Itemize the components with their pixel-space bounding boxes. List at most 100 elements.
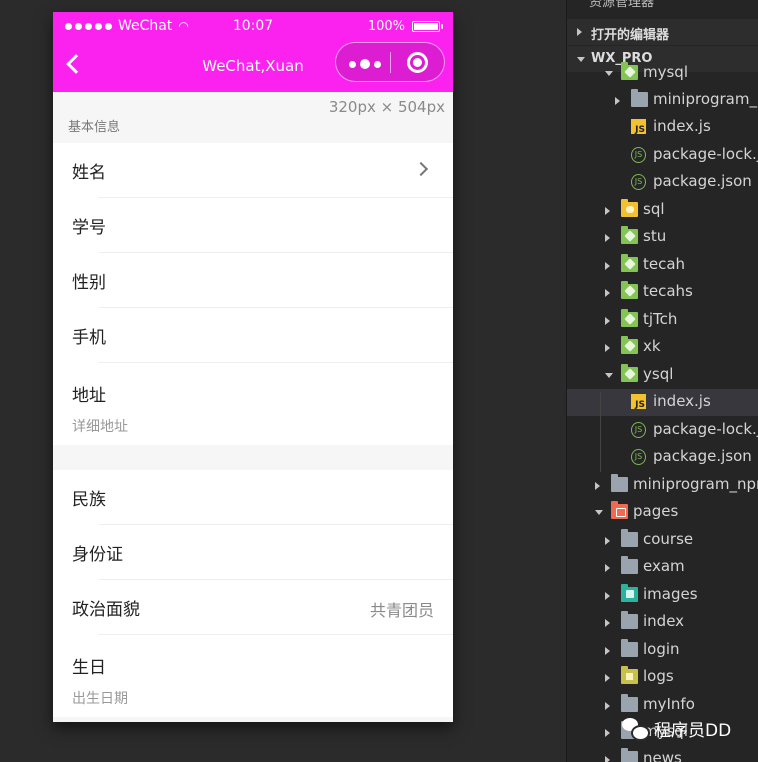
chevron-right-icon[interactable] bbox=[605, 674, 610, 682]
gender-cell[interactable]: 性别 bbox=[53, 253, 453, 308]
folder-icon bbox=[621, 748, 638, 762]
tree-item-label: miniprogram_npm bbox=[653, 90, 758, 108]
tree-item[interactable]: miniprogram_npm bbox=[567, 87, 758, 114]
chevron-right-icon[interactable] bbox=[605, 592, 610, 600]
chevron-right-icon[interactable] bbox=[605, 289, 610, 297]
chevron-right-icon[interactable] bbox=[605, 647, 610, 655]
tree-item[interactable]: JS index.js bbox=[567, 389, 758, 416]
folder-icon bbox=[621, 199, 638, 217]
political-status-value[interactable]: 共青团员 bbox=[370, 597, 434, 621]
folder-icon bbox=[621, 666, 638, 684]
navigation-bar: WeChat,Xuan bbox=[53, 40, 453, 92]
chevron-right-icon[interactable] bbox=[605, 702, 610, 710]
cell-label: 身份证 bbox=[72, 545, 123, 565]
tree-item[interactable]: xk bbox=[567, 334, 758, 361]
folder-icon bbox=[621, 254, 638, 272]
open-editors-header[interactable]: 打开的编辑器 bbox=[567, 19, 758, 45]
tree-item-label: index.js bbox=[653, 392, 711, 410]
birthday-cell[interactable]: 生日 出生日期 bbox=[53, 635, 453, 717]
chevron-right-icon[interactable] bbox=[605, 207, 610, 215]
chevron-down-icon[interactable] bbox=[605, 71, 613, 76]
folder-icon bbox=[621, 529, 638, 547]
tree-item[interactable]: stu bbox=[567, 224, 758, 251]
phone-cell[interactable]: 手机 bbox=[53, 308, 453, 363]
file-explorer: 资源管理器 打开的编辑器 WX_PRO mysqlminiprogram_npm… bbox=[566, 0, 758, 762]
tree-item-label: package.json bbox=[653, 172, 752, 190]
address-input[interactable]: 详细地址 bbox=[72, 416, 453, 436]
more-icon[interactable] bbox=[349, 59, 381, 69]
tree-item[interactable]: JS package-lock.json bbox=[567, 142, 758, 169]
tree-item-label: index bbox=[643, 612, 685, 630]
tree-item[interactable]: mysql bbox=[567, 60, 758, 87]
folder-icon bbox=[621, 226, 638, 244]
chevron-right-icon[interactable] bbox=[605, 317, 610, 325]
tree-item[interactable]: course bbox=[567, 527, 758, 554]
cell-label: 地址 bbox=[72, 386, 106, 406]
tree-item[interactable]: images bbox=[567, 582, 758, 609]
tree-item[interactable]: sql bbox=[567, 197, 758, 224]
tree-item[interactable]: ysql bbox=[567, 362, 758, 389]
id-card-cell[interactable]: 身份证 bbox=[53, 525, 453, 580]
close-miniprogram-icon[interactable] bbox=[407, 52, 428, 73]
tree-item-label: stu bbox=[643, 227, 667, 245]
json-file-icon: JS bbox=[631, 147, 646, 163]
watermark: 程序员DD bbox=[622, 716, 731, 741]
tree-item[interactable]: JS package.json bbox=[567, 444, 758, 471]
address-cell[interactable]: 地址 详细地址 bbox=[53, 363, 453, 445]
js-file-icon: JS bbox=[631, 119, 646, 135]
political-status-cell[interactable]: 政治面貌 共青团员 bbox=[53, 580, 453, 635]
tree-item[interactable]: JS package-lock.json bbox=[567, 417, 758, 444]
status-bar: WeChat ◠ 10:07 100% bbox=[53, 12, 453, 40]
tree-item-label: mysql bbox=[643, 63, 688, 81]
chevron-right-icon[interactable] bbox=[605, 537, 610, 545]
chevron-right-icon[interactable] bbox=[615, 97, 620, 105]
folder-icon bbox=[621, 309, 638, 327]
phone-simulator: WeChat ◠ 10:07 100% WeChat,Xuan 320px × … bbox=[53, 12, 453, 722]
tree-item[interactable]: JS index.js bbox=[567, 114, 758, 141]
tree-item[interactable]: news bbox=[567, 746, 758, 762]
folder-icon bbox=[621, 556, 638, 574]
chevron-right-icon[interactable] bbox=[595, 482, 600, 490]
tree-item-label: package-lock.json bbox=[653, 145, 758, 163]
chevron-right-icon[interactable] bbox=[605, 729, 610, 737]
tree-item-label: ysql bbox=[643, 365, 674, 383]
cell-label: 政治面貌 bbox=[72, 600, 140, 620]
menu-capsule bbox=[335, 42, 445, 82]
ethnicity-cell[interactable]: 民族 bbox=[53, 470, 453, 525]
tree-item[interactable]: JS package.json bbox=[567, 169, 758, 196]
tree-item[interactable]: login bbox=[567, 637, 758, 664]
tree-item-label: course bbox=[643, 530, 694, 548]
tree-item-label: exam bbox=[643, 557, 685, 575]
tree-item-label: news bbox=[643, 749, 682, 762]
chevron-right-icon bbox=[577, 28, 582, 36]
battery-percent: 100% bbox=[367, 19, 405, 34]
tree-item-label: images bbox=[643, 585, 698, 603]
tree-item[interactable]: exam bbox=[567, 554, 758, 581]
chevron-down-icon[interactable] bbox=[595, 510, 603, 515]
tree-item[interactable]: pages bbox=[567, 499, 758, 526]
tree-item-label: miniprogram_npm bbox=[633, 475, 758, 493]
js-file-icon: JS bbox=[631, 394, 646, 410]
folder-icon bbox=[621, 611, 638, 629]
tree-item-label: tjTch bbox=[643, 310, 678, 328]
tree-item[interactable]: miniprogram_npm bbox=[567, 472, 758, 499]
wechat-logo-icon bbox=[622, 717, 650, 741]
chevron-right-icon[interactable] bbox=[605, 262, 610, 270]
json-file-icon: JS bbox=[631, 422, 646, 438]
chevron-right-icon[interactable] bbox=[605, 344, 610, 352]
tree-item-label: package.json bbox=[653, 447, 752, 465]
tree-item[interactable]: tecahs bbox=[567, 279, 758, 306]
tree-item[interactable]: tecah bbox=[567, 252, 758, 279]
birthday-input[interactable]: 出生日期 bbox=[72, 688, 453, 708]
chevron-right-icon[interactable] bbox=[605, 619, 610, 627]
chevron-right-icon[interactable] bbox=[605, 756, 610, 762]
name-cell[interactable]: 姓名 bbox=[53, 143, 453, 198]
tree-item[interactable]: tjTch bbox=[567, 307, 758, 334]
chevron-right-icon[interactable] bbox=[605, 564, 610, 572]
student-id-cell[interactable]: 学号 bbox=[53, 198, 453, 253]
chevron-right-icon[interactable] bbox=[605, 234, 610, 242]
tree-item[interactable]: index bbox=[567, 609, 758, 636]
chevron-down-icon[interactable] bbox=[605, 373, 613, 378]
tree-item[interactable]: myInfo bbox=[567, 692, 758, 719]
tree-item[interactable]: logs bbox=[567, 664, 758, 691]
